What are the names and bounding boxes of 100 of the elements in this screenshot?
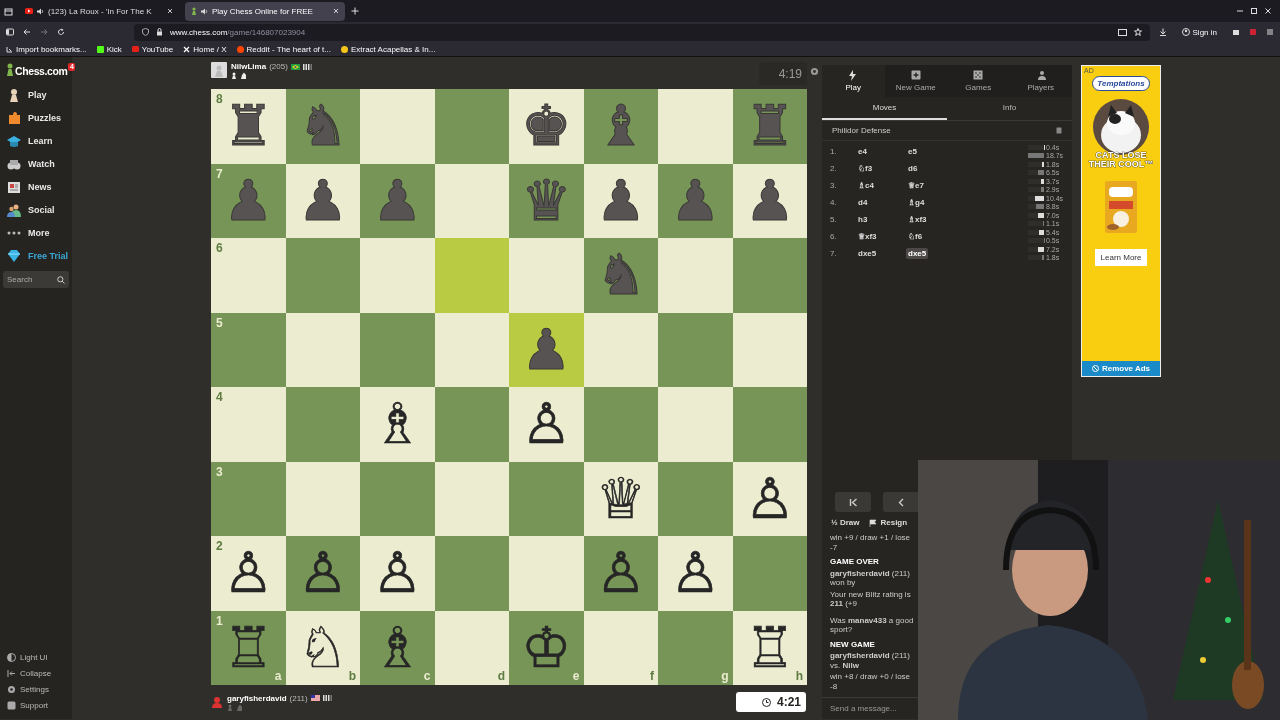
address-bar[interactable]: www.chess.com/game/146807023904: [134, 23, 1150, 41]
board-square[interactable]: [434, 163, 509, 238]
move-text[interactable]: dxe5: [856, 248, 879, 259]
board-square[interactable]: ♚: [509, 89, 584, 164]
forward-icon[interactable]: [40, 28, 48, 36]
panel-nav-tab[interactable]: New Game: [884, 65, 947, 97]
chess-piece[interactable]: ♔: [521, 619, 572, 676]
sidebar-link[interactable]: Settings: [3, 681, 69, 697]
chess-piece[interactable]: ♟: [595, 172, 646, 229]
chess-piece[interactable]: ♙: [297, 545, 348, 602]
close-icon[interactable]: [1264, 7, 1272, 15]
board-square[interactable]: ♙: [285, 536, 360, 611]
move-text[interactable]: ♗xf3: [906, 214, 929, 225]
chess-piece[interactable]: ♙: [670, 545, 721, 602]
sidebar-icon[interactable]: [6, 28, 14, 36]
sidebar-item[interactable]: Watch: [3, 152, 69, 175]
move-text[interactable]: ♕xf3: [856, 231, 879, 242]
board-square[interactable]: [434, 461, 509, 536]
draw-button[interactable]: ½ Draw: [831, 518, 860, 527]
chess-piece[interactable]: ♜: [223, 98, 274, 155]
chess-piece[interactable]: ♙: [372, 545, 423, 602]
chess-piece[interactable]: ♙: [223, 545, 274, 602]
panel-nav-tab[interactable]: Games: [947, 65, 1010, 97]
chess-piece[interactable]: ♟: [521, 321, 572, 378]
remove-ads-button[interactable]: Remove Ads: [1082, 361, 1160, 376]
sign-in-button[interactable]: Sign in: [1175, 26, 1223, 38]
chess-piece[interactable]: ♗: [372, 619, 423, 676]
new-tab-icon[interactable]: [351, 7, 359, 15]
move-text[interactable]: ♘f6: [906, 231, 925, 242]
board-square[interactable]: [434, 312, 509, 387]
chess-piece[interactable]: ♘: [297, 619, 348, 676]
board-square[interactable]: ♙: [509, 387, 584, 462]
board-square[interactable]: [583, 312, 658, 387]
panel-tab[interactable]: Info: [947, 97, 1072, 120]
player-name[interactable]: NilwLima: [231, 62, 267, 71]
close-icon[interactable]: [167, 8, 173, 14]
book-icon[interactable]: [1056, 127, 1062, 134]
previous-move-button[interactable]: [883, 492, 919, 512]
resign-button[interactable]: Resign: [869, 518, 908, 527]
chess-piece[interactable]: ♕: [595, 470, 646, 527]
chess-piece[interactable]: ♗: [372, 396, 423, 453]
chess-piece[interactable]: ♙: [744, 470, 795, 527]
board-square[interactable]: [732, 312, 807, 387]
board-square[interactable]: ♟: [732, 163, 807, 238]
chess-piece[interactable]: ♖: [744, 619, 795, 676]
minimize-icon[interactable]: [1236, 7, 1244, 15]
sidebar-item[interactable]: More: [3, 221, 69, 244]
board-square[interactable]: f: [583, 610, 658, 685]
move-text[interactable]: e4: [856, 146, 869, 157]
move-text[interactable]: h3: [856, 214, 870, 225]
bookmark-link[interactable]: Home / X: [183, 44, 227, 54]
board-square[interactable]: ♗: [360, 387, 435, 462]
learn-more-button[interactable]: Learn More: [1094, 249, 1148, 266]
panel-nav-tab[interactable]: Players: [1009, 65, 1072, 97]
back-icon[interactable]: [23, 28, 31, 36]
reload-icon[interactable]: [57, 28, 65, 36]
board-square[interactable]: d: [434, 610, 509, 685]
sidebar-link[interactable]: Light UI: [3, 649, 69, 665]
tab-list-icon[interactable]: [4, 6, 13, 16]
sidebar-link[interactable]: Collapse: [3, 665, 69, 681]
sidebar-item[interactable]: News: [3, 175, 69, 198]
board-square[interactable]: ♟: [583, 163, 658, 238]
settings-icon[interactable]: [810, 67, 819, 76]
move-text[interactable]: e5: [906, 146, 919, 157]
board-square[interactable]: 6: [211, 238, 286, 313]
sidebar-item[interactable]: Social: [3, 198, 69, 221]
site-logo[interactable]: Chess.com: [15, 65, 68, 77]
chess-piece[interactable]: ♙: [595, 545, 646, 602]
chess-piece[interactable]: ♙: [521, 396, 572, 453]
sidebar-item[interactable]: Puzzles: [3, 106, 69, 129]
panel-nav-tab[interactable]: Play: [822, 65, 885, 97]
board-square[interactable]: 4: [211, 387, 286, 462]
move-text[interactable]: ♕e7: [906, 180, 926, 191]
move-text[interactable]: ♗g4: [906, 197, 927, 208]
bookmark-link[interactable]: Import bookmarks...: [6, 44, 87, 54]
board-square[interactable]: ♟: [509, 312, 584, 387]
sidebar-item[interactable]: Learn: [3, 129, 69, 152]
chess-piece[interactable]: ♟: [744, 172, 795, 229]
board-square[interactable]: ♟: [285, 163, 360, 238]
message-field[interactable]: Send a message...: [830, 704, 910, 713]
chess-piece[interactable]: ♟: [297, 172, 348, 229]
sidebar-item[interactable]: Free Trial: [3, 244, 69, 267]
board-square[interactable]: [285, 312, 360, 387]
move-text[interactable]: dxe5: [906, 248, 929, 259]
chess-piece[interactable]: ♖: [223, 619, 274, 676]
move-text[interactable]: d6: [906, 163, 920, 174]
extension-icon[interactable]: [1232, 28, 1240, 36]
search-field[interactable]: Search: [3, 271, 69, 288]
move-text[interactable]: ♘f3: [856, 163, 875, 174]
browser-tab[interactable]: (123) La Roux - 'In For The K: [19, 1, 179, 21]
move-text[interactable]: d4: [856, 197, 870, 208]
browser-tab[interactable]: Play Chess Online for FREE: [185, 1, 345, 21]
maximize-icon[interactable]: [1250, 7, 1258, 15]
first-move-button[interactable]: [835, 492, 871, 512]
bookmark-star-icon[interactable]: [1133, 28, 1142, 36]
board-square[interactable]: ♙: [732, 461, 807, 536]
download-icon[interactable]: [1158, 28, 1167, 36]
chess-piece[interactable]: ♚: [521, 98, 572, 155]
close-icon[interactable]: [333, 8, 339, 14]
board-square[interactable]: ♙: [658, 536, 733, 611]
